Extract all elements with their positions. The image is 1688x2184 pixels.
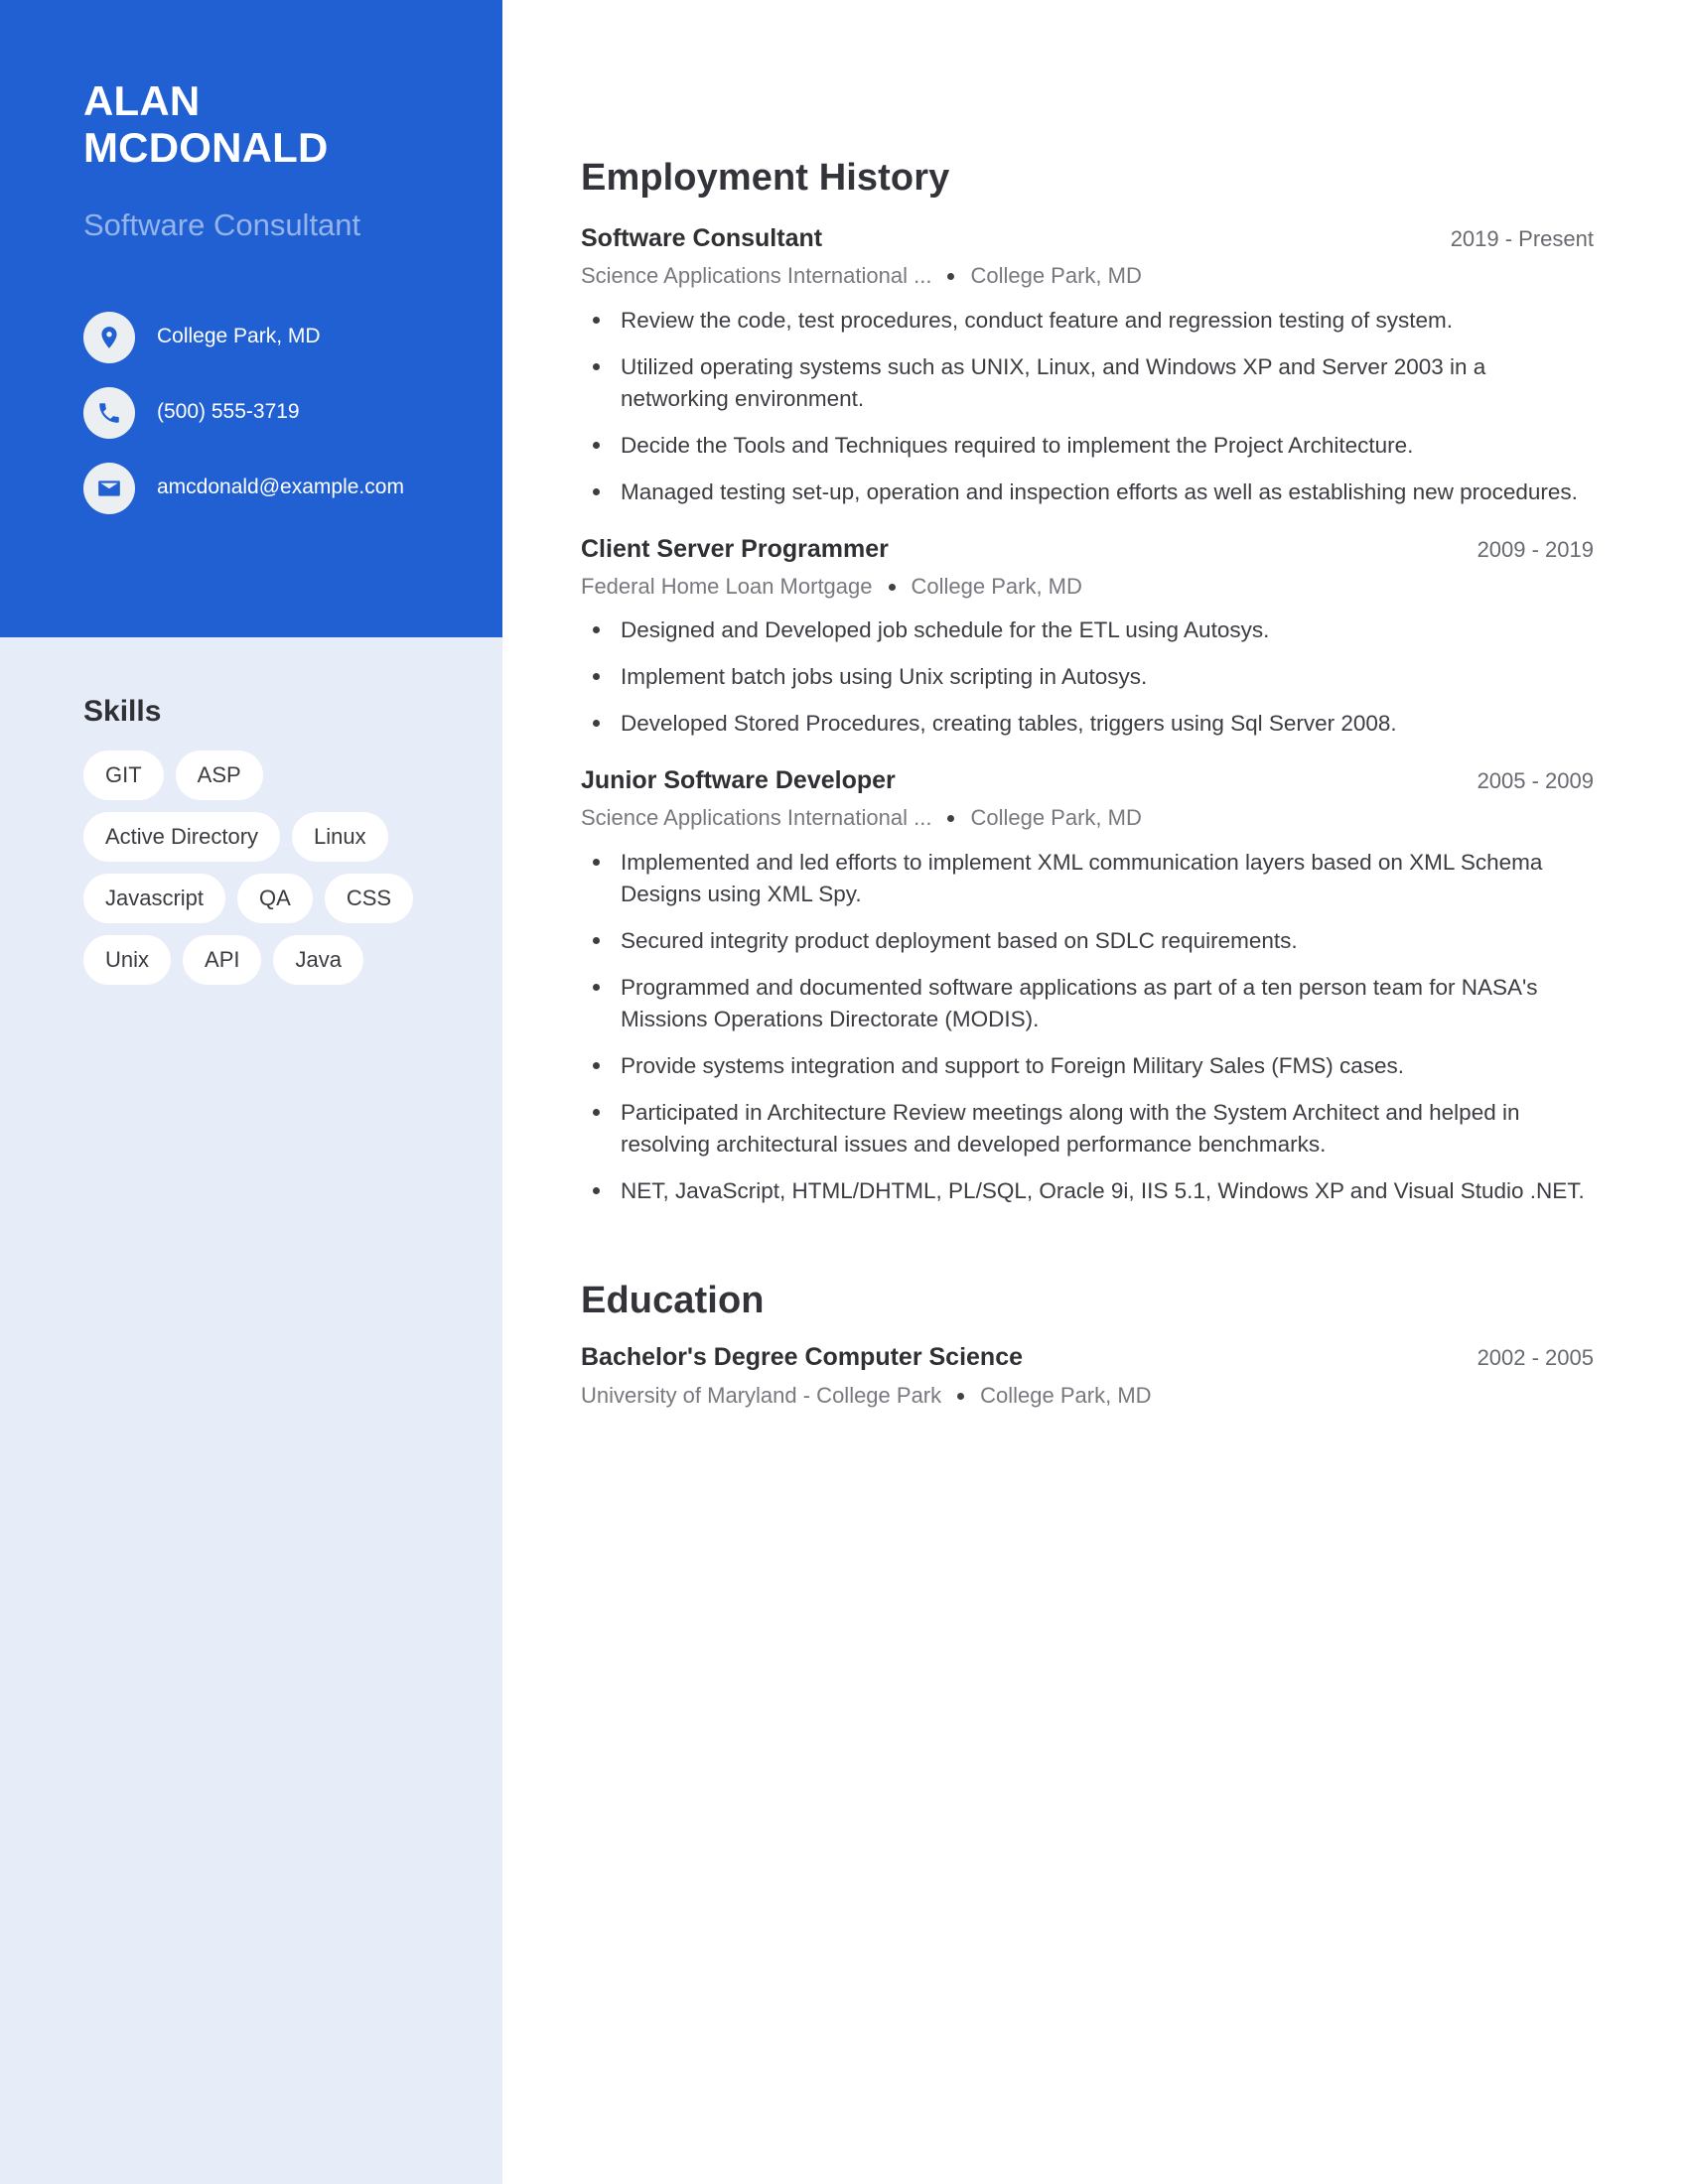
education-section-title: Education (581, 1280, 765, 1322)
first-name: ALAN (83, 77, 201, 124)
meta-separator-dot-icon (947, 273, 955, 281)
job-company: Federal Home Loan Mortgage (581, 573, 873, 599)
job-bullet-list: Implemented and led efforts to implement… (581, 847, 1594, 1206)
skill-pill[interactable]: Unix (83, 935, 172, 985)
last-name: MCDONALD (83, 124, 329, 172)
resume-page: ALAN MCDONALD Software Consultant Colleg… (0, 0, 1688, 2184)
job-bullet: Participated in Architecture Review meet… (581, 1097, 1594, 1160)
job-location: College Park, MD (970, 263, 1142, 289)
email-icon (83, 463, 135, 514)
job-bullet: Secured integrity product deployment bas… (581, 925, 1594, 957)
skill-pill[interactable]: Linux (292, 812, 388, 862)
education-entry: Bachelor's Degree Computer Science 2002 … (581, 1342, 1594, 1410)
contact-list: College Park, MD (500) 555-3719 amcdonal… (83, 312, 481, 538)
job-bullet-list: Designed and Developed job schedule for … (581, 614, 1594, 740)
job-bullet: Review the code, test procedures, conduc… (581, 305, 1594, 337)
contact-email-value: amcdonald@example.com (157, 476, 404, 498)
degree-title: Bachelor's Degree Computer Science (581, 1343, 1023, 1372)
education-meta: University of Maryland - College Park Co… (581, 1382, 1594, 1411)
job-bullet: Provide systems integration and support … (581, 1050, 1594, 1082)
skill-pill-list: GIT ASP Active Directory Linux Javascrip… (83, 751, 431, 985)
skill-pill[interactable]: Active Directory (83, 812, 281, 862)
phone-icon (83, 387, 135, 439)
skill-pill[interactable]: API (183, 935, 262, 985)
job-bullet: NET, JavaScript, HTML/DHTML, PL/SQL, Ora… (581, 1175, 1594, 1207)
job-meta: Science Applications International ... C… (581, 804, 1594, 833)
contact-item-location: College Park, MD (83, 312, 481, 363)
candidate-name: ALAN MCDONALD (83, 77, 481, 171)
job-bullet: Decide the Tools and Techniques required… (581, 430, 1594, 462)
job-title: Client Server Programmer (581, 534, 889, 563)
job-dates: 2005 - 2009 (1477, 768, 1594, 794)
employment-entry: Software Consultant 2019 - Present Scien… (581, 223, 1594, 508)
meta-separator-dot-icon (888, 583, 896, 591)
skills-section: Skills GIT ASP Active Directory Linux Ja… (83, 695, 481, 985)
job-location: College Park, MD (970, 805, 1142, 831)
employment-entry-header: Client Server Programmer 2009 - 2019 (581, 534, 1594, 565)
job-bullet: Developed Stored Procedures, creating ta… (581, 708, 1594, 740)
employment-history-section: Employment History Software Consultant 2… (581, 157, 1594, 1206)
job-bullet: Utilized operating systems such as UNIX,… (581, 351, 1594, 415)
job-location: College Park, MD (911, 573, 1082, 599)
job-title: Software Consultant (581, 224, 823, 252)
employment-entry: Client Server Programmer 2009 - 2019 Fed… (581, 534, 1594, 741)
main-content: Employment History Software Consultant 2… (581, 0, 1594, 1410)
meta-separator-dot-icon (947, 815, 955, 823)
job-meta: Federal Home Loan Mortgage College Park,… (581, 573, 1594, 602)
employment-entry-header: Junior Software Developer 2005 - 2009 (581, 765, 1594, 796)
skill-pill[interactable]: CSS (324, 874, 414, 923)
job-bullet: Programmed and documented software appli… (581, 972, 1594, 1035)
job-bullet: Implement batch jobs using Unix scriptin… (581, 661, 1594, 693)
meta-separator-dot-icon (957, 1392, 965, 1400)
employment-entry-header: Software Consultant 2019 - Present (581, 223, 1594, 254)
job-company: Science Applications International ... (581, 805, 932, 831)
school-name: University of Maryland - College Park (581, 1382, 942, 1408)
skill-pill[interactable]: ASP (175, 751, 263, 800)
sidebar: ALAN MCDONALD Software Consultant Colleg… (0, 0, 502, 2184)
skill-pill[interactable]: GIT (83, 751, 164, 800)
candidate-headline: Software Consultant (83, 207, 361, 242)
contact-item-email: amcdonald@example.com (83, 463, 481, 514)
contact-item-phone: (500) 555-3719 (83, 387, 481, 439)
skills-title: Skills (83, 695, 162, 728)
job-company: Science Applications International ... (581, 263, 932, 289)
education-section: Education Bachelor's Degree Computer Sci… (581, 1280, 1594, 1410)
degree-dates: 2002 - 2005 (1477, 1345, 1594, 1371)
job-title: Junior Software Developer (581, 766, 896, 795)
job-bullet: Managed testing set-up, operation and in… (581, 477, 1594, 508)
job-dates: 2019 - Present (1450, 226, 1594, 251)
job-dates: 2009 - 2019 (1477, 536, 1594, 562)
job-bullet: Designed and Developed job schedule for … (581, 614, 1594, 646)
contact-phone-value: (500) 555-3719 (157, 400, 300, 423)
location-pin-icon (83, 312, 135, 363)
employment-entry: Junior Software Developer 2005 - 2009 Sc… (581, 765, 1594, 1206)
job-meta: Science Applications International ... C… (581, 262, 1594, 291)
skill-pill[interactable]: Java (273, 935, 363, 985)
job-bullet-list: Review the code, test procedures, conduc… (581, 305, 1594, 508)
job-bullet: Implemented and led efforts to implement… (581, 847, 1594, 910)
education-entry-header: Bachelor's Degree Computer Science 2002 … (581, 1342, 1594, 1373)
school-location: College Park, MD (980, 1382, 1152, 1408)
employment-section-title: Employment History (581, 157, 950, 199)
contact-location-value: College Park, MD (157, 325, 321, 347)
skill-pill[interactable]: QA (237, 874, 313, 923)
skill-pill[interactable]: Javascript (83, 874, 226, 923)
